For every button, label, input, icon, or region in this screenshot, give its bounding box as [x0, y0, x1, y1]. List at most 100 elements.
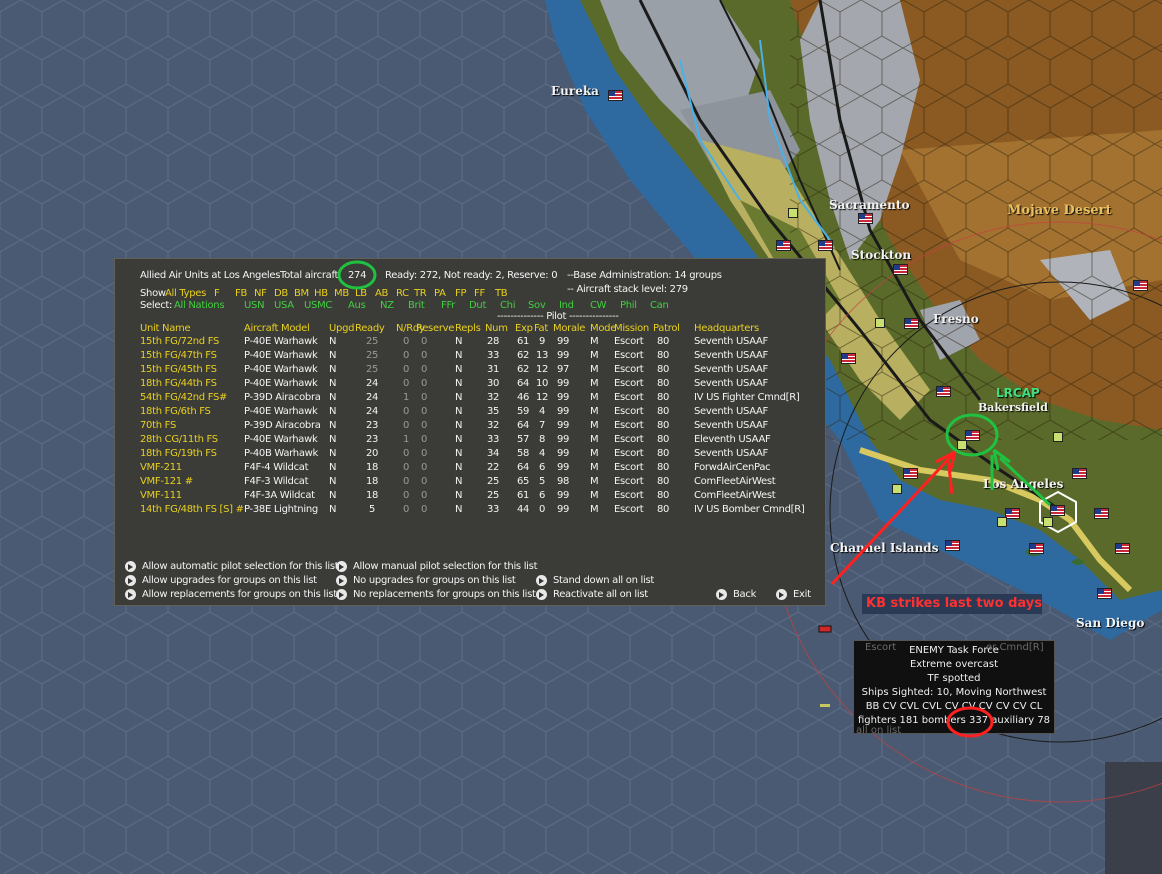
- allow-replacements-button[interactable]: Allow replacements for groups on this li…: [125, 589, 337, 600]
- allow-auto-pilot-button[interactable]: Allow automatic pilot selection for this…: [125, 561, 339, 572]
- filter-nation-usn[interactable]: USN: [244, 300, 265, 311]
- allow-upgrades-button[interactable]: Allow upgrades for groups on this list: [125, 575, 317, 586]
- column-header-reserve[interactable]: Reserve: [416, 323, 454, 334]
- base-flag-los-angeles[interactable]: [1050, 505, 1065, 516]
- column-header-aircraft-model[interactable]: Aircraft Model: [244, 323, 310, 334]
- base-flag-stockton[interactable]: [893, 264, 908, 275]
- filter-type-fb[interactable]: FB: [235, 288, 247, 299]
- filter-nation-cw[interactable]: CW: [590, 300, 607, 311]
- unit-name-link[interactable]: 70th FS: [140, 420, 176, 431]
- column-header-mission[interactable]: Mission: [614, 323, 649, 334]
- base-flag[interactable]: [818, 240, 833, 251]
- base-flag[interactable]: [1029, 543, 1044, 554]
- table-row[interactable]: 18th FG/19th FS P-40B Warhawk N 20 0 0 N 34 58 4 9…: [115, 448, 827, 462]
- filter-nation-can[interactable]: Can: [650, 300, 669, 311]
- filter-type-pa[interactable]: PA: [434, 288, 446, 299]
- column-header-morale[interactable]: Morale: [553, 323, 585, 334]
- unit-name-link[interactable]: 15th FG/47th FS: [140, 350, 217, 361]
- unit-name-link[interactable]: 54th FG/42nd FS#: [140, 392, 227, 403]
- base-flag[interactable]: [841, 353, 856, 364]
- unit-name-link[interactable]: VMF-211: [140, 462, 182, 473]
- filter-nation-ffr[interactable]: FFr: [441, 300, 455, 311]
- column-header-upgd[interactable]: Upgd: [329, 323, 354, 334]
- unit-name-link[interactable]: 15th FG/45th FS: [140, 364, 217, 375]
- enemy-task-force-marker[interactable]: [818, 625, 832, 633]
- column-header-headquarters[interactable]: Headquarters: [694, 323, 759, 334]
- filter-nation-all-nations[interactable]: All Nations: [174, 300, 225, 311]
- filter-type-rc[interactable]: RC: [396, 288, 409, 299]
- table-row[interactable]: 15th FG/45th FS P-40E Warhawk N 25 0 0 N 31 62 12…: [115, 364, 827, 378]
- filter-type-hb[interactable]: HB: [314, 288, 328, 299]
- table-row[interactable]: VMF-111 F4F-3A Wildcat N 18 0 0 N 25 61 6 99 M Escor…: [115, 490, 827, 504]
- unit-name-link[interactable]: VMF-121 #: [140, 476, 193, 487]
- filter-type-nf[interactable]: NF: [254, 288, 267, 299]
- filter-nation-usa[interactable]: USA: [274, 300, 294, 311]
- filter-nation-chi[interactable]: Chi: [500, 300, 516, 311]
- unit-marker[interactable]: [957, 440, 967, 450]
- column-header-exp[interactable]: Exp: [515, 323, 533, 334]
- filter-type-lb[interactable]: LB: [355, 288, 367, 299]
- reactivate-button[interactable]: Reactivate all on list: [536, 589, 648, 600]
- unit-name-link[interactable]: 18th FG/44th FS: [140, 378, 217, 389]
- table-row[interactable]: 70th FS P-39D Airacobra N 23 0 0 N 32 64 7 99 M Esco…: [115, 420, 827, 434]
- base-flag[interactable]: [945, 540, 960, 551]
- table-row[interactable]: 18th FG/6th FS P-40E Warhawk N 24 0 0 N 35 59 4 99…: [115, 406, 827, 420]
- base-flag[interactable]: [776, 240, 791, 251]
- base-flag-fresno[interactable]: [904, 318, 919, 329]
- unit-name-link[interactable]: 28th CG/11th FS: [140, 434, 218, 445]
- filter-type-db[interactable]: DB: [274, 288, 288, 299]
- column-header-fat[interactable]: Fat: [534, 323, 548, 334]
- table-row[interactable]: 15th FG/72nd FS P-40E Warhawk N 25 0 0 N 28 61 9 9…: [115, 336, 827, 350]
- column-header-patrol[interactable]: Patrol: [653, 323, 680, 334]
- filter-type-f[interactable]: F: [214, 288, 220, 299]
- table-row[interactable]: 18th FG/44th FS P-40E Warhawk N 24 0 0 N 30 64 10…: [115, 378, 827, 392]
- unit-name-link[interactable]: 14th FG/48th FS [S] #: [140, 504, 244, 515]
- unit-name-link[interactable]: VMF-111: [140, 490, 182, 501]
- filter-nation-nz[interactable]: NZ: [380, 300, 394, 311]
- filter-nation-usmc[interactable]: USMC: [304, 300, 332, 311]
- table-row[interactable]: 15th FG/47th FS P-40E Warhawk N 25 0 0 N 33 62 13…: [115, 350, 827, 364]
- filter-nation-aus[interactable]: Aus: [348, 300, 366, 311]
- filter-nation-brit[interactable]: Brit: [408, 300, 425, 311]
- table-row[interactable]: 28th CG/11th FS P-40E Warhawk N 23 1 0 N 33 57 8 9…: [115, 434, 827, 448]
- filter-type-ab[interactable]: AB: [375, 288, 388, 299]
- unit-name-link[interactable]: 18th FG/6th FS: [140, 406, 211, 417]
- no-upgrades-button[interactable]: No upgrades for groups on this list: [336, 575, 516, 586]
- unit-name-link[interactable]: 18th FG/19th FS: [140, 448, 217, 459]
- allow-manual-pilot-button[interactable]: Allow manual pilot selection for this li…: [336, 561, 538, 572]
- unit-marker[interactable]: [997, 517, 1007, 527]
- base-flag[interactable]: [1005, 508, 1020, 519]
- filter-nation-dut[interactable]: Dut: [469, 300, 486, 311]
- base-flag-eureka[interactable]: [608, 90, 623, 101]
- table-row[interactable]: VMF-211 F4F-4 Wildcat N 18 0 0 N 22 64 6 99 M Escort…: [115, 462, 827, 476]
- base-flag-bakersfield[interactable]: [965, 430, 980, 441]
- exit-button[interactable]: Exit: [776, 589, 811, 600]
- base-flag[interactable]: [1097, 588, 1112, 599]
- table-row[interactable]: 54th FG/42nd FS# P-39D Airacobra N 24 1 0 N 32 4…: [115, 392, 827, 406]
- filter-type-all-types[interactable]: All Types: [165, 288, 206, 299]
- filter-nation-phil[interactable]: Phil: [620, 300, 637, 311]
- filter-nation-ind[interactable]: Ind: [559, 300, 574, 311]
- unit-name-link[interactable]: 15th FG/72nd FS: [140, 336, 219, 347]
- column-header-ready[interactable]: Ready: [355, 323, 385, 334]
- stand-down-button[interactable]: Stand down all on list: [536, 575, 654, 586]
- unit-marker-sea[interactable]: [820, 704, 830, 707]
- base-flag[interactable]: [1094, 508, 1109, 519]
- filter-type-fp[interactable]: FP: [455, 288, 466, 299]
- filter-type-ff[interactable]: FF: [474, 288, 485, 299]
- base-flag[interactable]: [1072, 468, 1087, 479]
- base-flag-sacramento[interactable]: [858, 213, 873, 224]
- filter-type-mb[interactable]: MB: [334, 288, 349, 299]
- unit-marker[interactable]: [892, 484, 902, 494]
- unit-marker[interactable]: [875, 318, 885, 328]
- base-flag[interactable]: [1115, 543, 1130, 554]
- filter-type-bm[interactable]: BM: [294, 288, 309, 299]
- back-button[interactable]: Back: [716, 589, 756, 600]
- no-replacements-button[interactable]: No replacements for groups on this list: [336, 589, 536, 600]
- table-row[interactable]: 14th FG/48th FS [S] # P-38E Lightning N 5 0 0…: [115, 504, 827, 518]
- column-header-num[interactable]: Num: [485, 323, 508, 334]
- table-row[interactable]: VMF-121 # F4F-3 Wildcat N 18 0 0 N 25 65 5 98 M Esco…: [115, 476, 827, 490]
- base-flag[interactable]: [936, 386, 951, 397]
- column-header-mode[interactable]: Mode: [590, 323, 616, 334]
- base-flag[interactable]: [903, 468, 918, 479]
